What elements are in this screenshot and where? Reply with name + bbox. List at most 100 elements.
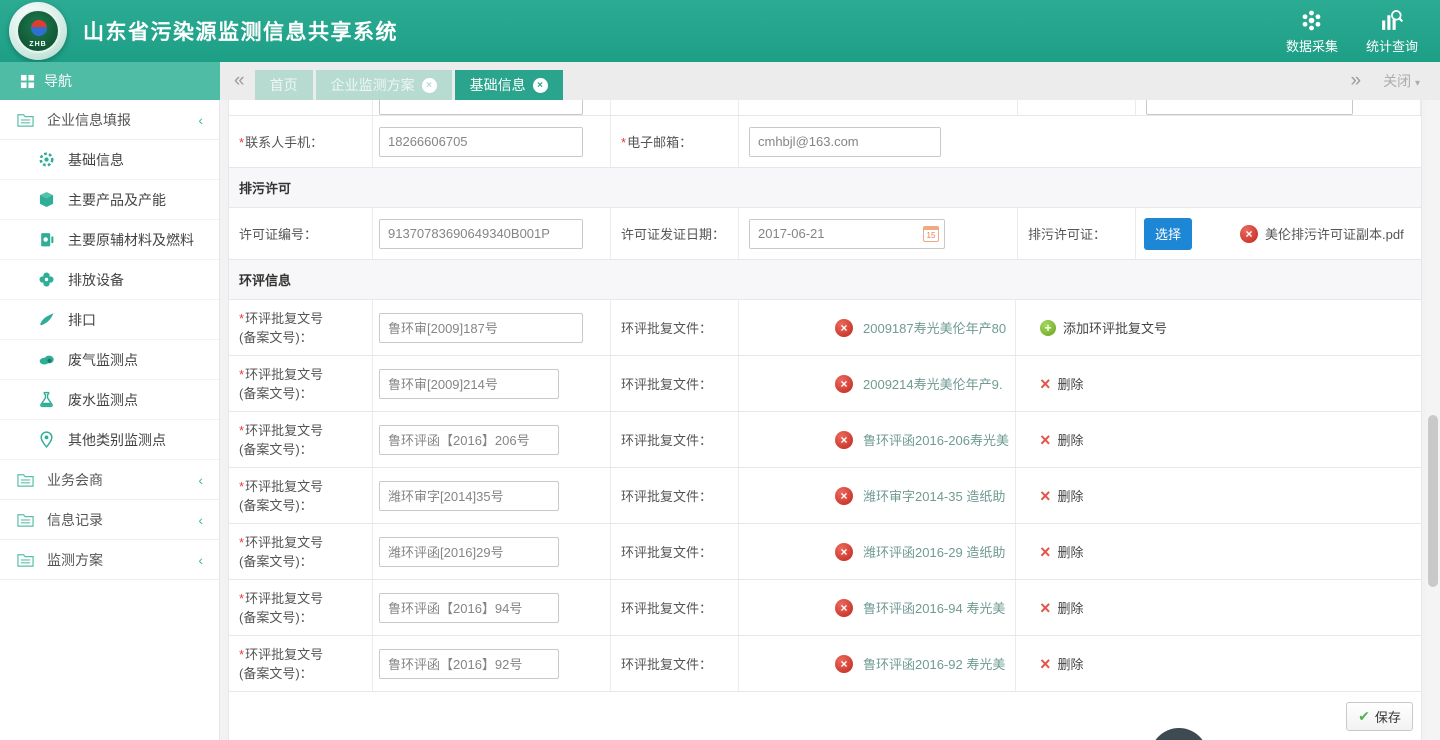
delete-eia-row-button[interactable]: × 删除	[1040, 654, 1084, 673]
eia-file-link[interactable]: 潍环评函2016-29 造纸助	[863, 542, 1005, 561]
chevron-left-icon: ‹	[198, 512, 203, 528]
eia-doc-no-input[interactable]	[379, 649, 559, 679]
required-mark: *	[239, 423, 244, 438]
save-button[interactable]: ✔ 保存	[1346, 702, 1413, 731]
eia-doc-label: *环评批复文号 (备案文号)：	[229, 309, 323, 347]
basic-info-form: *联系人手机： *电子邮箱： 排污许可 许可证编号：	[228, 100, 1422, 740]
eia-doc-no-input[interactable]	[379, 537, 559, 567]
sidebar-item-emission-equipment[interactable]: 排放设备	[0, 260, 219, 300]
remove-file-icon[interactable]: ×	[835, 375, 853, 393]
eia-doc-no-input[interactable]	[379, 313, 583, 343]
tab-enterprise-monitor-plan[interactable]: 企业监测方案 ×	[316, 70, 452, 100]
sidebar-group-monitor-plan[interactable]: 监测方案 ‹	[0, 540, 219, 580]
sidebar-group-label: 业务会商	[47, 470, 103, 490]
eia-file-label: 环评批复文件：	[621, 318, 712, 337]
email-input[interactable]	[749, 127, 941, 157]
remove-file-icon[interactable]: ×	[835, 543, 853, 561]
plus-icon: +	[1040, 320, 1056, 336]
stats-query-button[interactable]: 统计查询	[1366, 8, 1418, 55]
eia-file-link[interactable]: 鲁环评函2016-206寿光美	[863, 430, 1009, 449]
chevron-left-icon: ‹	[198, 472, 203, 488]
app-logo: ZHB	[9, 2, 67, 60]
permit-section-header: 排污许可	[229, 168, 1421, 208]
nav-toggle[interactable]: 导航	[0, 62, 220, 100]
delete-eia-row-button[interactable]: × 删除	[1040, 430, 1084, 449]
eia-doc-label: *环评批复文号 (备案文号)：	[229, 645, 323, 683]
remove-file-icon[interactable]: ×	[835, 319, 853, 337]
tab-close-icon[interactable]: ×	[533, 78, 548, 93]
remove-file-icon[interactable]: ×	[1240, 225, 1258, 243]
vertical-scrollbar[interactable]	[1426, 100, 1440, 740]
eia-row: *环评批复文号 (备案文号)： 环评批复文件： × 潍环审字2014-35 造纸…	[229, 468, 1421, 524]
phone-input[interactable]	[379, 127, 583, 157]
tabs-scroll-left-icon[interactable]: «	[234, 62, 245, 100]
sidebar-item-label: 废水监测点	[68, 390, 138, 410]
eia-doc-no-input[interactable]	[379, 425, 559, 455]
sidebar-item-other-monitoring[interactable]: 其他类别监测点	[0, 420, 219, 460]
permit-date-field: 15	[749, 219, 945, 249]
eia-doc-no-input[interactable]	[379, 593, 559, 623]
sidebar-item-outlet[interactable]: 排口	[0, 300, 219, 340]
data-collect-label: 数据采集	[1286, 36, 1338, 55]
sidebar-group-enterprise-info[interactable]: 企业信息填报 ‹	[0, 100, 219, 140]
sidebar-item-label: 主要原辅材料及燃料	[68, 230, 194, 250]
eia-file-link[interactable]: 2009214寿光美伦年产9.	[863, 374, 1002, 393]
sidebar-item-products[interactable]: 主要产品及产能	[0, 180, 219, 220]
tab-enterprise-monitor-plan-label: 企业监测方案	[331, 75, 415, 95]
logo-globe-icon	[31, 20, 47, 36]
delete-eia-row-button[interactable]: × 删除	[1040, 542, 1084, 561]
permit-date-input[interactable]	[749, 219, 945, 249]
sidebar-group-info-records[interactable]: 信息记录 ‹	[0, 500, 219, 540]
choose-file-button[interactable]: 选择	[1144, 218, 1192, 250]
tabs-scroll-right-icon[interactable]: »	[1351, 62, 1362, 100]
tab-basic-info[interactable]: 基础信息 ×	[455, 70, 563, 100]
eia-file-label: 环评批复文件：	[621, 598, 712, 617]
folder-icon	[17, 111, 34, 128]
cropped-input[interactable]	[1146, 100, 1353, 115]
check-icon: ✔	[1358, 708, 1370, 725]
contact-row: *联系人手机： *电子邮箱：	[229, 116, 1421, 168]
eia-doc-no-input[interactable]	[379, 369, 559, 399]
tab-home[interactable]: 首页	[255, 70, 313, 100]
permit-no-input[interactable]	[379, 219, 583, 249]
remove-file-icon[interactable]: ×	[835, 599, 853, 617]
tab-close-icon[interactable]: ×	[422, 78, 437, 93]
sidebar-item-water-monitoring[interactable]: 废水监测点	[0, 380, 219, 420]
delete-eia-row-button[interactable]: × 删除	[1040, 598, 1084, 617]
eia-file-link[interactable]: 潍环审字2014-35 造纸助	[863, 486, 1005, 505]
sidebar-item-raw-materials[interactable]: 主要原辅材料及燃料	[0, 220, 219, 260]
close-menu-button[interactable]: 关闭 ▾	[1383, 71, 1420, 91]
phone-label: *联系人手机：	[239, 132, 323, 151]
location-pin-icon	[38, 431, 55, 448]
sidebar-item-label: 废气监测点	[68, 350, 138, 370]
delete-eia-row-button[interactable]: × 删除	[1040, 486, 1084, 505]
remove-file-icon[interactable]: ×	[835, 655, 853, 673]
eia-file-link[interactable]: 2009187寿光美伦年产80	[863, 318, 1006, 337]
remove-file-icon[interactable]: ×	[835, 487, 853, 505]
eia-file-link[interactable]: 鲁环评函2016-92 寿光美	[863, 654, 1005, 673]
sidebar-item-label: 排放设备	[68, 270, 124, 290]
chevron-left-icon: ‹	[198, 552, 203, 568]
delete-eia-row-button[interactable]: × 删除	[1040, 374, 1084, 393]
scrollbar-thumb[interactable]	[1428, 415, 1438, 587]
eia-file-link[interactable]: 鲁环评函2016-94 寿光美	[863, 598, 1005, 617]
sidebar-group-business-consult[interactable]: 业务会商 ‹	[0, 460, 219, 500]
add-eia-row-button[interactable]: + 添加环评批复文号	[1040, 318, 1167, 337]
eia-doc-no-input[interactable]	[379, 481, 559, 511]
remove-file-icon[interactable]: ×	[835, 431, 853, 449]
grid-icon	[20, 74, 35, 89]
sidebar-group-label: 信息记录	[47, 510, 103, 530]
calendar-icon[interactable]: 15	[923, 226, 939, 242]
permit-file-link[interactable]: 美伦排污许可证副本.pdf	[1265, 224, 1404, 243]
sidebar-item-gas-monitoring[interactable]: 废气监测点	[0, 340, 219, 380]
data-collect-button[interactable]: 数据采集	[1286, 8, 1338, 55]
permit-cert-label: 排污许可证：	[1028, 224, 1106, 243]
required-mark: *	[239, 479, 244, 494]
cropped-input[interactable]	[379, 100, 583, 115]
main-content: *联系人手机： *电子邮箱： 排污许可 许可证编号：	[220, 100, 1440, 740]
header-actions: 数据采集 统计查询	[1286, 8, 1418, 55]
eia-file-label: 环评批复文件：	[621, 486, 712, 505]
sidebar-item-label: 主要产品及产能	[68, 190, 166, 210]
sidebar-item-basic-info[interactable]: 基础信息	[0, 140, 219, 180]
sidebar-item-label: 基础信息	[68, 150, 124, 170]
